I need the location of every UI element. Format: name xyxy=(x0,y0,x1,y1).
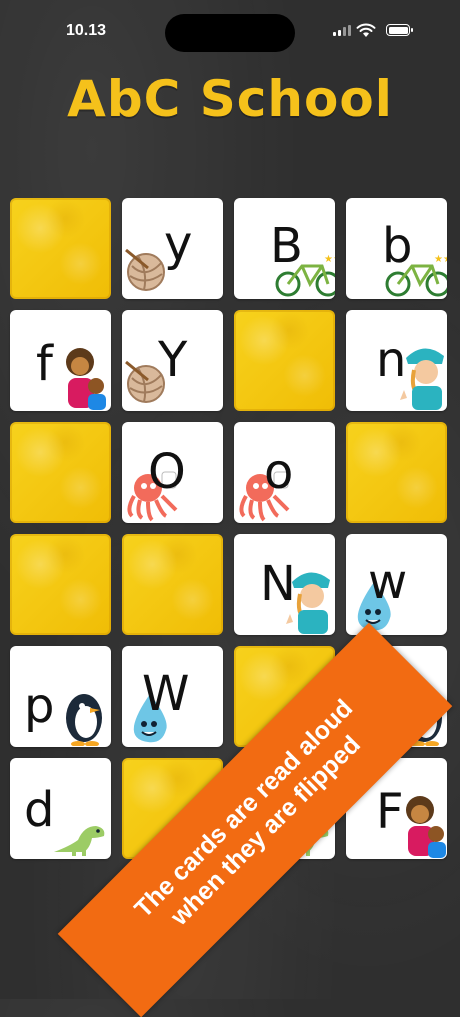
card-letter: b xyxy=(382,218,413,274)
cellular-signal-icon xyxy=(333,25,351,36)
memory-card-b[interactable]: ★★ b xyxy=(346,198,447,299)
memory-card-O[interactable]: O xyxy=(122,422,223,523)
memory-card-hidden[interactable] xyxy=(346,422,447,523)
family-icon xyxy=(398,788,447,859)
memory-card-d[interactable]: d xyxy=(10,758,111,859)
card-letter: W xyxy=(142,666,190,722)
card-letter: y xyxy=(164,216,193,272)
card-letter: O xyxy=(148,444,186,500)
card-letter: f xyxy=(36,336,53,392)
memory-card-B[interactable]: ★★ B xyxy=(234,198,335,299)
wifi-icon xyxy=(356,23,376,37)
card-letter: F xyxy=(376,784,404,840)
svg-text:★★: ★★ xyxy=(324,254,335,265)
card-letter: N xyxy=(260,556,296,612)
card-letter: d xyxy=(24,782,55,838)
memory-card-p[interactable]: p xyxy=(10,646,111,747)
yarn-ball-icon xyxy=(122,246,170,298)
memory-card-y[interactable]: y xyxy=(122,198,223,299)
penguin-icon xyxy=(58,686,108,747)
memory-card-f[interactable]: f xyxy=(10,310,111,411)
card-letter: Y xyxy=(158,332,188,388)
dynamic-island xyxy=(165,14,295,52)
battery-icon xyxy=(386,24,413,36)
memory-card-hidden[interactable] xyxy=(234,310,335,411)
memory-card-N[interactable]: N xyxy=(234,534,335,635)
dinosaur-icon xyxy=(50,818,110,859)
memory-card-hidden[interactable] xyxy=(10,534,111,635)
card-letter: B xyxy=(270,218,303,274)
memory-card-Y[interactable]: Y xyxy=(122,310,223,411)
svg-text:★★: ★★ xyxy=(434,254,447,265)
memory-card-hidden[interactable] xyxy=(10,422,111,523)
memory-card-hidden[interactable] xyxy=(10,198,111,299)
memory-card-n[interactable]: n xyxy=(346,310,447,411)
card-letter: w xyxy=(368,554,408,610)
memory-card-W[interactable]: W xyxy=(122,646,223,747)
status-time: 10.13 xyxy=(66,22,107,39)
card-letter: p xyxy=(24,678,55,734)
app-title: AbC School xyxy=(67,70,393,128)
family-icon xyxy=(58,340,108,411)
card-letter: o xyxy=(264,444,294,500)
memory-card-o[interactable]: o xyxy=(234,422,335,523)
card-letter: n xyxy=(376,332,407,388)
memory-card-w[interactable]: w xyxy=(346,534,447,635)
status-bar: 10.13 xyxy=(0,0,460,60)
memory-card-hidden[interactable] xyxy=(122,534,223,635)
